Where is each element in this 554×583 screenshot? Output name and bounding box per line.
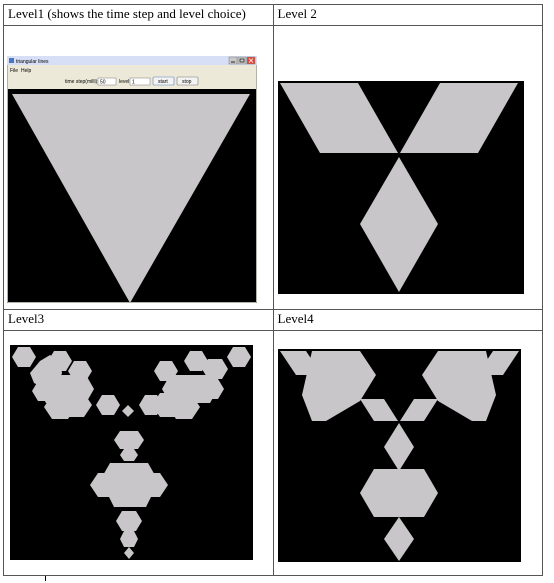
cell-level2: Level 2 <box>272 4 543 310</box>
level-label: level: <box>119 79 131 85</box>
menu-help[interactable]: Help <box>21 68 32 74</box>
close-icon[interactable] <box>246 56 256 65</box>
menu-file[interactable]: File <box>10 68 18 74</box>
cell-caption: Level3 <box>4 310 273 331</box>
cell-level4: Level4 <box>272 309 543 576</box>
stop-button-label: stop <box>182 79 192 85</box>
cell-caption: Level1 (shows the time step and level ch… <box>4 5 273 26</box>
cell-caption: Level4 <box>273 310 542 331</box>
levels-table: Level1 (shows the time step and level ch… <box>3 4 543 576</box>
level2-render <box>277 81 524 294</box>
app-window: triangular lines File Help time step(mil… <box>7 56 257 303</box>
cell-label-level1: Level1 (shows the time step and level ch… <box>8 6 246 21</box>
app-icon <box>9 58 14 63</box>
cell-label-level3: Level3 <box>8 311 45 326</box>
minimize-icon[interactable] <box>228 56 238 65</box>
cell-level1: Level1 (shows the time step and level ch… <box>3 4 274 310</box>
level3-render <box>10 345 253 560</box>
maximize-icon[interactable] <box>237 56 247 65</box>
cell-caption: Level 2 <box>273 5 542 26</box>
start-button-label: start <box>158 79 168 85</box>
timestep-label: time step(milli): <box>65 79 99 85</box>
cell-label-level2: Level 2 <box>277 6 317 21</box>
cell-label-level4: Level4 <box>277 311 314 326</box>
window-title: triangular lines <box>16 59 49 65</box>
level4-render <box>277 349 521 562</box>
timestep-value: 50 <box>100 80 106 86</box>
text-cursor <box>45 576 46 581</box>
cell-level3: Level3 <box>3 309 274 576</box>
level-value: 1 <box>132 80 135 86</box>
